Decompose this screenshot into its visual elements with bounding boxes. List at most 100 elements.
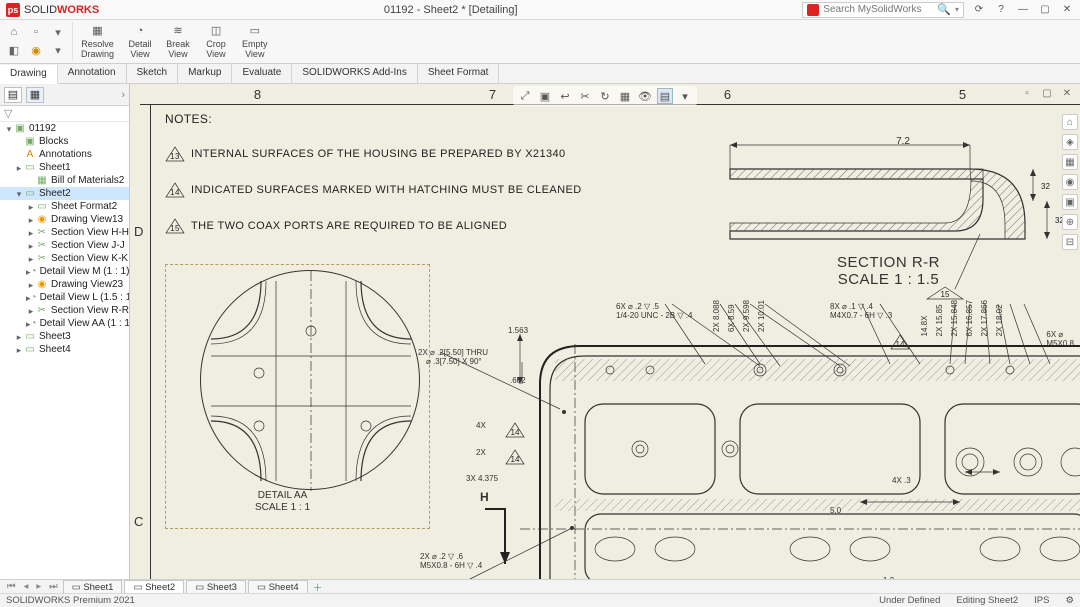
resolve-drawing-button[interactable]: ▦ Resolve Drawing [75, 22, 120, 61]
tree-item[interactable]: ▸◔Detail View AA (1 : 1) [0, 317, 129, 330]
status-units[interactable]: IPS [1034, 595, 1049, 606]
dim-5: 5.0 [830, 506, 841, 515]
tree-item[interactable]: ▸▭Sheet3 [0, 330, 129, 343]
side-tool-2[interactable]: ◈ [1062, 134, 1078, 150]
document-title: 01192 - Sheet2 * [Detailing] [99, 4, 802, 16]
tree-item[interactable]: ▸◔Detail View L (1.5 : 1) [0, 291, 129, 304]
notes-title: NOTES: [165, 112, 582, 126]
help-icon[interactable]: ? [994, 3, 1008, 17]
side-tool-7[interactable]: ⊟ [1062, 234, 1078, 250]
close-button[interactable]: ✕ [1060, 3, 1074, 17]
restore-button[interactable]: ▢ [1038, 3, 1052, 17]
more-icon[interactable]: ▾ [677, 88, 693, 104]
side-tool-6[interactable]: ⊕ [1062, 214, 1078, 230]
side-tool-4[interactable]: ◉ [1062, 174, 1078, 190]
sheet-tab[interactable]: ▭ Sheet3 [186, 580, 246, 594]
tree-item[interactable]: ▸▭Sheet4 [0, 343, 129, 356]
tree-item[interactable]: ▸◉Drawing View23 [0, 278, 129, 291]
tab-annotation[interactable]: Annotation [58, 64, 127, 83]
feature-tree[interactable]: ▾▣01192 ▣Blocks AAnnotations ▸▭Sheet1 ▦B… [0, 122, 129, 593]
dim-right-callouts: 14.8X 2X 15.85 2X 15.848 6X 16.857 2X 17… [920, 300, 1004, 336]
dim-y2: .602 [510, 376, 526, 385]
tree-item[interactable]: ▸✂Section View R-R [0, 304, 129, 317]
dim-far-right: 6X ⌀M5X0.8 [1046, 330, 1074, 348]
print-icon[interactable]: ◉ [28, 42, 44, 58]
prev-view-icon[interactable]: ↩ [557, 88, 573, 104]
drawing-canvas[interactable]: ⤢ ▣ ↩ ✂ ↻ ▦ 👁 ▤ ▾ ▫ ▢ ✕ ︿ ⌂ ◈ ▦ ◉ ▣ ⊕ ⊟ [130, 84, 1080, 593]
search-box[interactable]: 🔍 ▾ [802, 2, 964, 18]
sheet-add-icon[interactable]: ＋ [310, 580, 326, 594]
side-tool-3[interactable]: ▦ [1062, 154, 1078, 170]
sheet-nav-last[interactable]: ⏭ [46, 581, 61, 592]
section-icon[interactable]: ✂ [577, 88, 593, 104]
empty-view-button[interactable]: ▭ Empty View [236, 22, 274, 61]
zoom-area-icon[interactable]: ▣ [537, 88, 553, 104]
display-style-icon[interactable]: ▦ [617, 88, 633, 104]
save-icon[interactable]: ◧ [6, 42, 22, 58]
sheet-nav-next[interactable]: ▸ [33, 581, 44, 592]
detail-aa-boundary [200, 270, 420, 490]
feature-manager: ▤ ▦ › ▽ ▾▣01192 ▣Blocks AAnnotations ▸▭S… [0, 84, 130, 593]
tree-item[interactable]: ▣Blocks [0, 135, 129, 148]
tree-item[interactable]: ▸▭Sheet Format2 [0, 200, 129, 213]
view-side-toolbar: ⌂ ◈ ▦ ◉ ▣ ⊕ ⊟ [1062, 114, 1078, 250]
zoom-fit-icon[interactable]: ⤢ [517, 88, 533, 104]
zone-letter-d: D [134, 224, 143, 239]
mdi-restore-icon[interactable]: ▢ [1040, 86, 1054, 100]
status-gear-icon[interactable]: ⚙ [1065, 595, 1074, 606]
fm-tab-display[interactable]: ▦ [26, 87, 44, 103]
section-h-label: H [480, 490, 489, 504]
rotate-icon[interactable]: ↻ [597, 88, 613, 104]
tree-item[interactable]: AAnnotations [0, 148, 129, 161]
search-icon[interactable]: 🔍 [937, 3, 951, 16]
flag-icon: 15 [165, 218, 185, 234]
minimize-button[interactable]: — [1016, 3, 1030, 17]
note-line: 14 INDICATED SURFACES MARKED WITH HATCHI… [165, 182, 582, 198]
side-tool-5[interactable]: ▣ [1062, 194, 1078, 210]
hide-show-icon[interactable]: 👁 [637, 88, 653, 104]
note-line: 13 INTERNAL SURFACES OF THE HOUSING BE P… [165, 146, 582, 162]
options-icon[interactable]: ▾ [50, 42, 66, 58]
search-dropdown-icon[interactable]: ▾ [955, 5, 959, 14]
new-doc-icon[interactable]: ▫ [28, 24, 44, 40]
edit-sketch-icon[interactable]: ▤ [657, 88, 673, 104]
open-icon[interactable]: ▾ [50, 24, 66, 40]
break-view-button[interactable]: ≋ Break View [160, 22, 196, 61]
sheet-tab-active[interactable]: ▭ Sheet2 [124, 580, 184, 594]
search-input[interactable] [823, 4, 933, 15]
svg-text:32: 32 [1041, 182, 1050, 191]
fm-tab-tree[interactable]: ▤ [4, 87, 22, 103]
tree-item[interactable]: ▸◉Drawing View13 [0, 213, 129, 226]
svg-text:14: 14 [896, 340, 905, 349]
sheet-nav-first[interactable]: ⏮ [4, 581, 19, 592]
sheet-tab[interactable]: ▭ Sheet4 [248, 580, 308, 594]
fm-collapse-icon[interactable]: › [121, 89, 125, 101]
detail-view-button[interactable]: ◔ Detail View [122, 22, 158, 61]
side-tool-1[interactable]: ⌂ [1062, 114, 1078, 130]
left-border [150, 104, 151, 593]
mdi-min-icon[interactable]: ▫ [1020, 86, 1034, 100]
tree-root[interactable]: ▾▣01192 [0, 122, 129, 135]
tree-item-active-sheet[interactable]: ▾▭Sheet2 [0, 187, 129, 200]
tab-drawing[interactable]: Drawing [0, 65, 58, 84]
tab-evaluate[interactable]: Evaluate [232, 64, 292, 83]
tab-sheet-format[interactable]: Sheet Format [418, 64, 500, 83]
updates-icon[interactable]: ⟳ [972, 3, 986, 17]
sheet-tab[interactable]: ▭ Sheet1 [63, 580, 123, 594]
tab-addins[interactable]: SOLIDWORKS Add-Ins [292, 64, 417, 83]
tree-item[interactable]: ▸▭Sheet1 [0, 161, 129, 174]
tab-sketch[interactable]: Sketch [127, 64, 179, 83]
crop-view-button[interactable]: ◫ Crop View [198, 22, 234, 61]
ds-logo-icon: ps [6, 3, 20, 17]
tree-item[interactable]: ▸◔Detail View M (1 : 1) [0, 265, 129, 278]
tab-markup[interactable]: Markup [178, 64, 232, 83]
tree-item[interactable]: ▸✂Section View K-K [0, 252, 129, 265]
mdi-close-icon[interactable]: ✕ [1060, 86, 1074, 100]
tree-item[interactable]: ▸✂Section View J-J [0, 239, 129, 252]
filter-icon[interactable]: ▽ [4, 108, 12, 120]
tree-item[interactable]: ▸✂Section View H-H [0, 226, 129, 239]
sheet-nav-prev[interactable]: ◂ [21, 581, 32, 592]
plan-view-geometry: 14 14 14 [410, 304, 1080, 593]
home-icon[interactable]: ⌂ [6, 24, 22, 40]
tree-item[interactable]: ▦Bill of Materials2 [0, 174, 129, 187]
